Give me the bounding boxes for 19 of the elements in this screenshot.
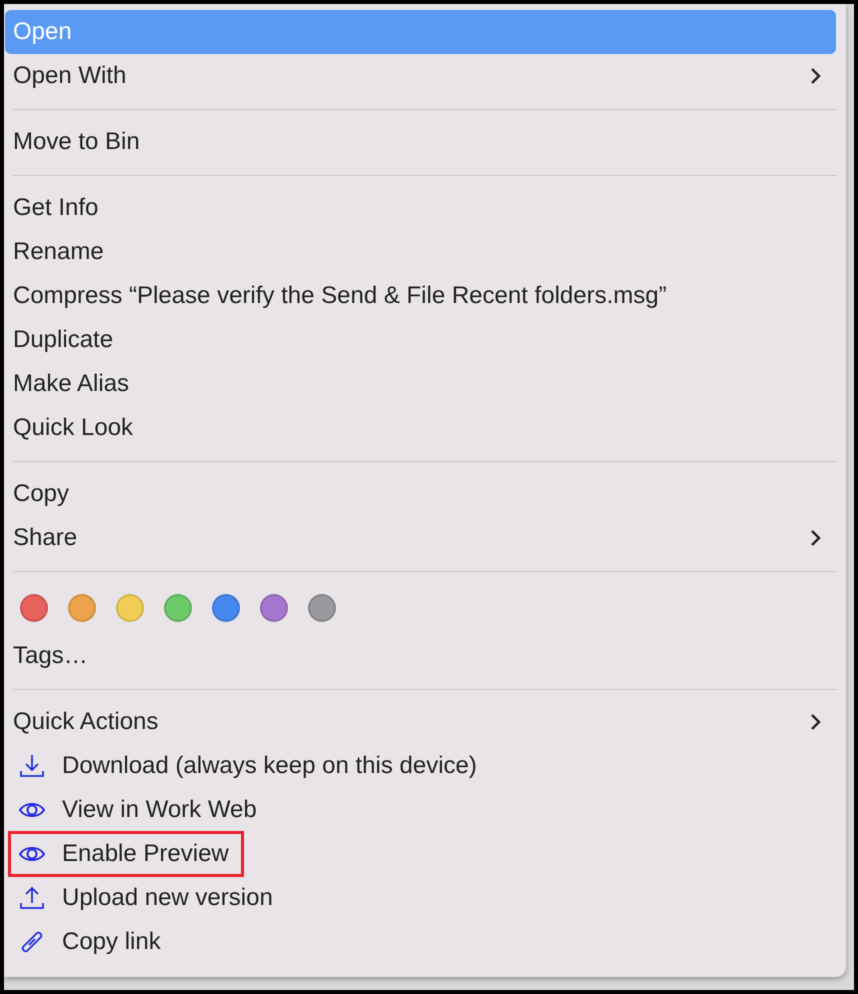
- menu-item[interactable]: Get Info: [5, 186, 836, 230]
- menu-item[interactable]: Rename: [5, 230, 836, 274]
- menu-item[interactable]: Tags…: [5, 634, 836, 678]
- menu-item[interactable]: Quick Actions: [5, 700, 836, 744]
- menu-item[interactable]: View in Work Web: [62, 792, 257, 828]
- menu-item[interactable]: Compress “Please verify the Send & File Recent folders.msg”: [5, 274, 836, 318]
- menu-item[interactable]: Quick Look: [5, 406, 836, 450]
- menu-item[interactable]: Enable Preview: [62, 836, 229, 872]
- menu-item[interactable]: Upload new version: [62, 880, 273, 916]
- upload-icon: [18, 884, 46, 912]
- menu-item[interactable]: Download (always keep on this device): [62, 748, 477, 784]
- menu-item[interactable]: Duplicate: [5, 318, 836, 362]
- menu-item[interactable]: Make Alias: [5, 362, 836, 406]
- menu-item[interactable]: Copy: [5, 472, 836, 516]
- menu-item[interactable]: Share: [5, 516, 836, 560]
- menu-item[interactable]: Move to Bin: [5, 120, 836, 164]
- download-icon: [18, 752, 46, 780]
- menu-item[interactable]: Copy link: [62, 924, 161, 960]
- menu-item[interactable]: Open With: [5, 54, 836, 98]
